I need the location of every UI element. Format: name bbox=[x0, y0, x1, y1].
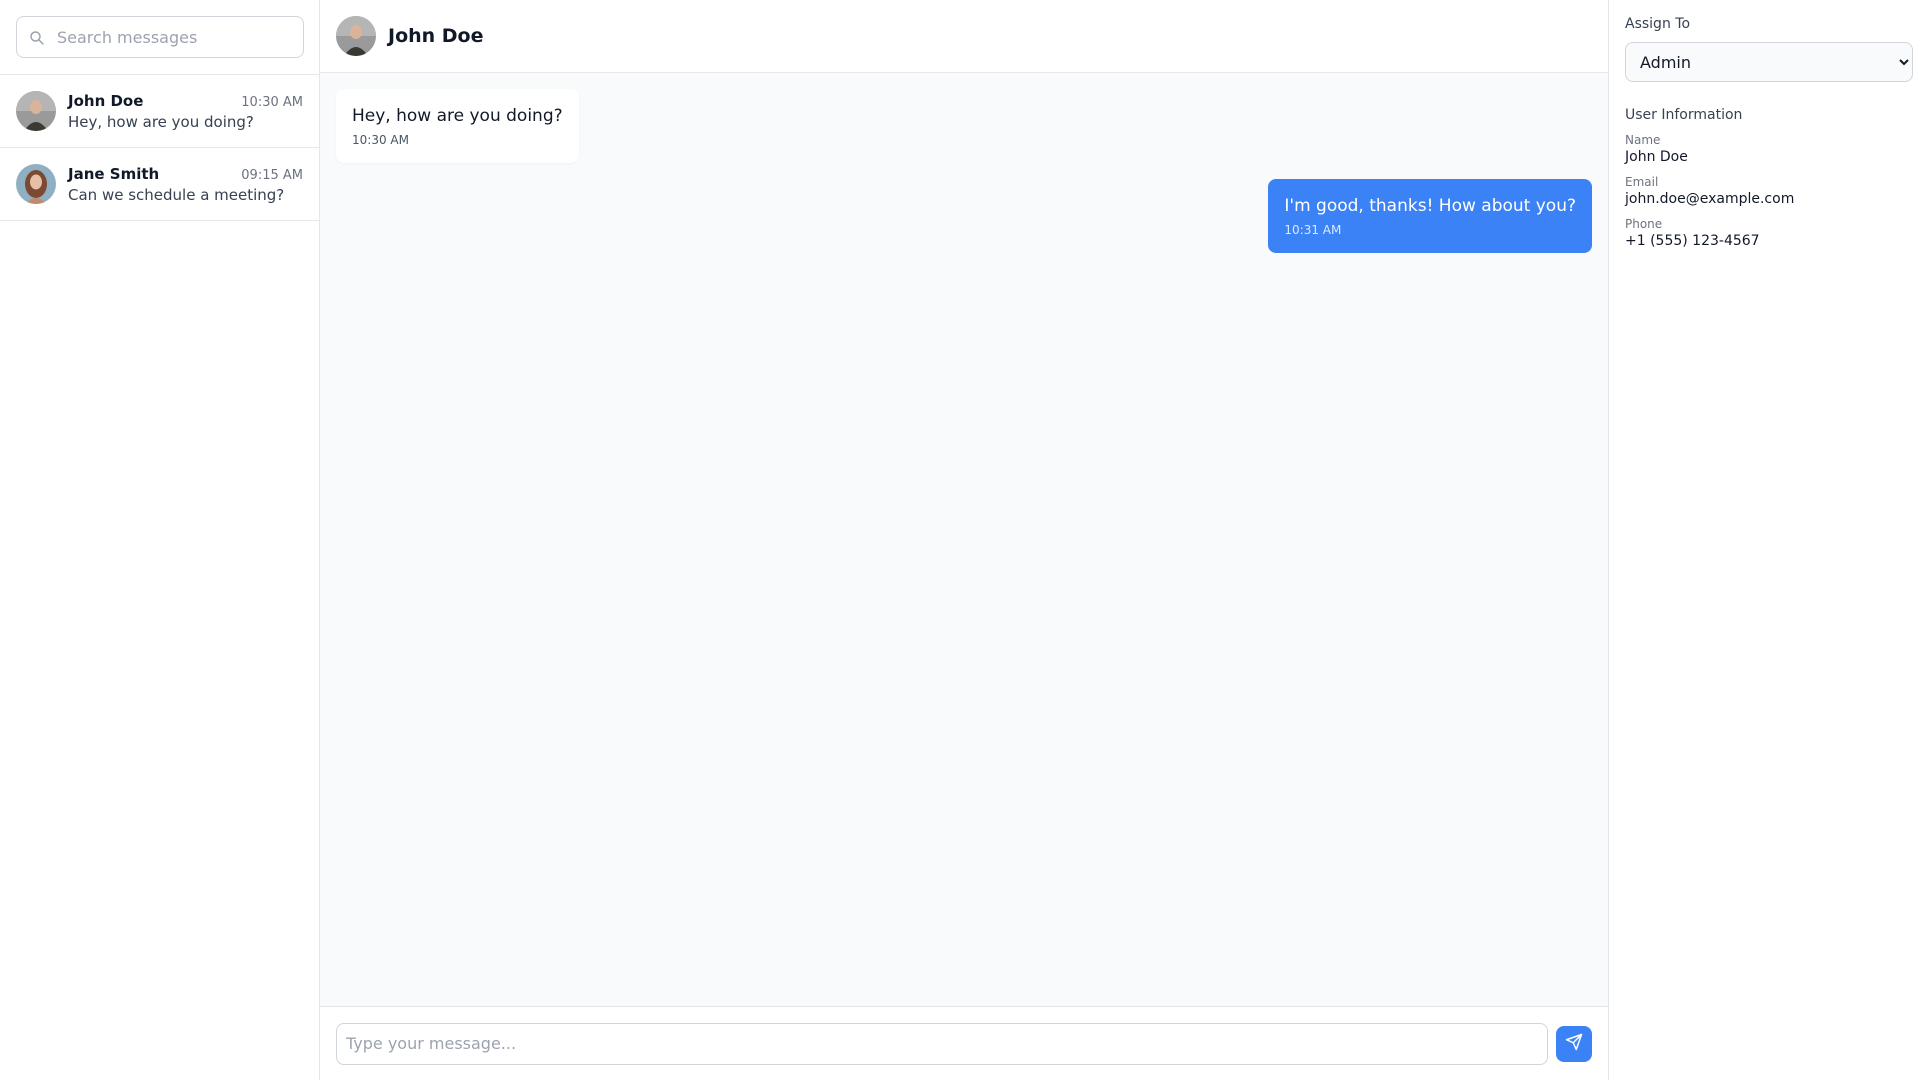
message-row-incoming: Hey, how are you doing? 10:30 AM bbox=[336, 89, 1592, 163]
avatar bbox=[336, 16, 376, 56]
conversation-preview: Hey, how are you doing? bbox=[68, 112, 254, 131]
message-time: 10:31 AM bbox=[1284, 223, 1342, 237]
send-button[interactable] bbox=[1556, 1025, 1592, 1062]
field-phone: Phone +1 (555) 123-4567 bbox=[1625, 217, 1904, 249]
conversation-name: Jane Smith bbox=[68, 164, 160, 183]
message-composer bbox=[320, 1006, 1608, 1080]
conversation-item-jane-smith[interactable]: Jane Smith 09:15 AM Can we schedule a me… bbox=[0, 148, 319, 221]
assign-select[interactable]: Admin bbox=[1625, 42, 1913, 82]
field-label: Name bbox=[1625, 133, 1661, 147]
conversation-name: John Doe bbox=[68, 91, 144, 110]
message-bubble-outgoing: I'm good, thanks! How about you? 10:31 A… bbox=[1268, 179, 1592, 253]
conversation-time: 09:15 AM bbox=[241, 167, 303, 183]
avatar bbox=[16, 164, 56, 204]
search-box bbox=[16, 16, 304, 58]
search-area bbox=[0, 0, 319, 75]
field-label: Email bbox=[1625, 175, 1659, 189]
assign-label: Assign To bbox=[1625, 16, 1691, 32]
message-text: Hey, how are you doing? bbox=[352, 106, 563, 126]
field-value: +1 (555) 123-4567 bbox=[1625, 233, 1760, 249]
field-email: Email john.doe@example.com bbox=[1625, 175, 1904, 207]
message-list[interactable]: Hey, how are you doing? 10:30 AM I'm goo… bbox=[320, 73, 1608, 1006]
conversation-sidebar: John Doe 10:30 AM Hey, how are you doing… bbox=[0, 0, 320, 1080]
message-time: 10:30 AM bbox=[352, 133, 409, 147]
conversation-time: 10:30 AM bbox=[241, 94, 303, 110]
messaging-app: John Doe 10:30 AM Hey, how are you doing… bbox=[0, 0, 1920, 1080]
conversation-preview: Can we schedule a meeting? bbox=[68, 185, 285, 204]
user-info-title: User Information bbox=[1625, 107, 1743, 123]
chat-panel: John Doe Hey, how are you doing? 10:30 A… bbox=[320, 0, 1608, 1080]
message-text: I'm good, thanks! How about you? bbox=[1284, 196, 1576, 216]
message-input[interactable] bbox=[336, 1022, 1548, 1065]
message-row-outgoing: I'm good, thanks! How about you? 10:31 A… bbox=[336, 179, 1592, 253]
field-value: john.doe@example.com bbox=[1625, 191, 1795, 207]
conversation-body: Jane Smith 09:15 AM Can we schedule a me… bbox=[68, 165, 303, 204]
avatar bbox=[16, 91, 56, 131]
field-name: Name John Doe bbox=[1625, 133, 1904, 165]
search-input[interactable] bbox=[17, 17, 303, 57]
details-panel: Assign To Admin User Information Name Jo… bbox=[1608, 0, 1920, 1080]
conversation-item-john-doe[interactable]: John Doe 10:30 AM Hey, how are you doing… bbox=[0, 75, 319, 148]
chat-header: John Doe bbox=[320, 0, 1608, 73]
message-bubble-incoming: Hey, how are you doing? 10:30 AM bbox=[336, 89, 579, 163]
field-label: Phone bbox=[1625, 217, 1663, 231]
chat-contact-name: John Doe bbox=[388, 25, 484, 47]
field-value: John Doe bbox=[1625, 149, 1688, 165]
conversation-body: John Doe 10:30 AM Hey, how are you doing… bbox=[68, 92, 303, 131]
send-icon bbox=[1565, 1033, 1583, 1054]
